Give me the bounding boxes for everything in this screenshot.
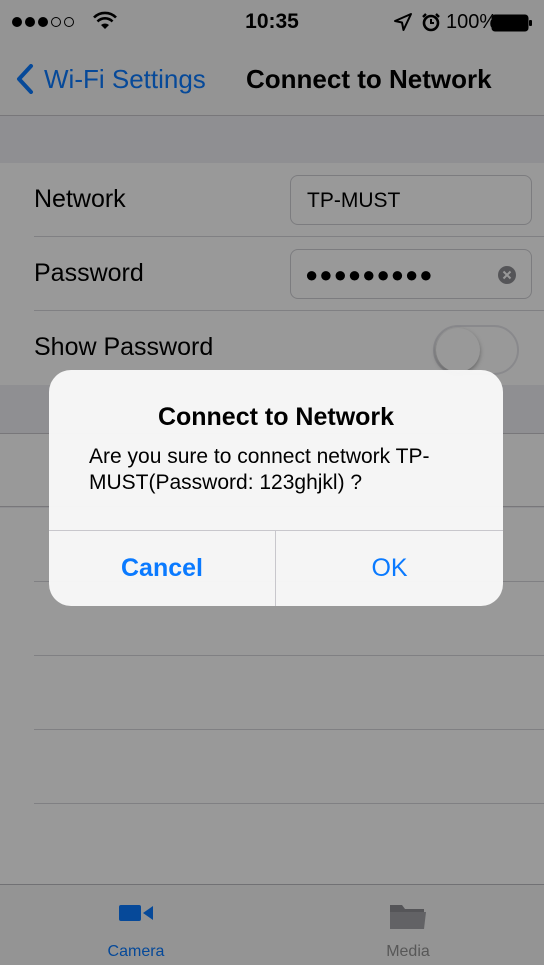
alert-message: Are you sure to connect network TP-MUST(… xyxy=(89,445,430,494)
confirm-alert-dialog: Connect to Network Are you sure to conne… xyxy=(49,370,503,606)
alert-title: Connect to Network xyxy=(157,403,395,431)
cancel-button[interactable]: Cancel xyxy=(49,531,275,606)
ok-button[interactable]: OK xyxy=(276,531,503,606)
screen: 10:35 100% Wi-Fi Settings Connect to Net… xyxy=(0,0,544,965)
